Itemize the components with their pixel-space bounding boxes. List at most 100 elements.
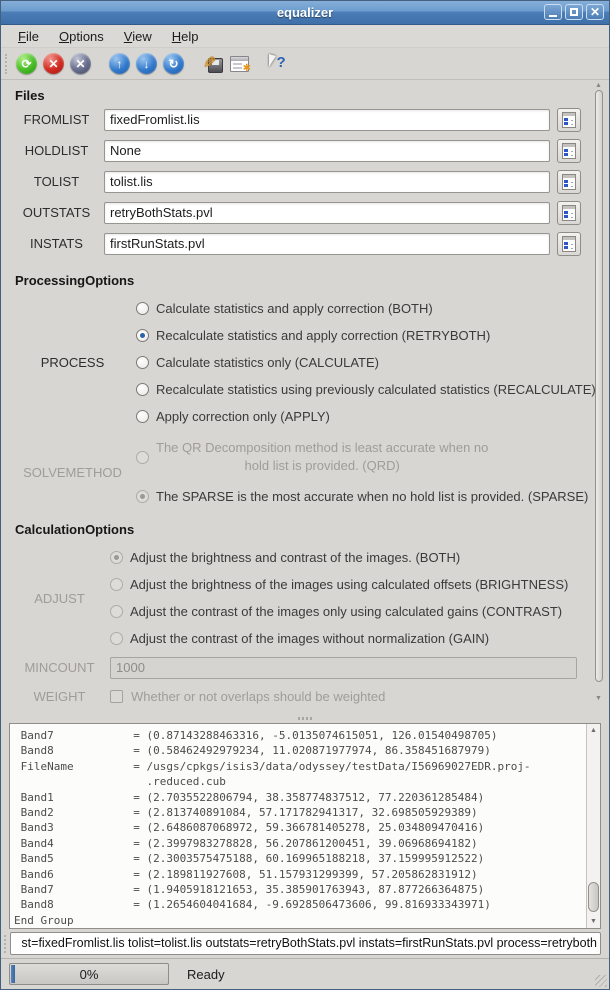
progress-bar: 0% (9, 963, 169, 985)
process-option-recalculate[interactable]: Recalculate statistics using previously … (136, 376, 609, 403)
mincount-label: MINCOUNT (9, 660, 110, 675)
holdlist-input[interactable] (104, 140, 550, 162)
solvemethod-option-sparse: The SPARSE is the most accurate when no … (136, 484, 609, 508)
process-option-apply[interactable]: Apply correction only (APPLY) (136, 403, 609, 430)
holdlist-browse-button[interactable] (557, 139, 581, 163)
close-button[interactable]: ✕ (586, 4, 604, 20)
scrollbar-thumb[interactable] (595, 90, 603, 682)
menu-options[interactable]: Options (50, 27, 113, 46)
tolist-browse-button[interactable] (557, 170, 581, 194)
save-log-button[interactable]: ✎ (199, 51, 226, 77)
file-dialog-icon (562, 174, 576, 190)
progress-percent: 0% (80, 967, 99, 982)
stop-button[interactable]: ✕ (40, 51, 67, 77)
title-bar[interactable]: equalizer ✕ (1, 1, 609, 25)
radio-disabled-icon (110, 578, 123, 591)
save-edit-icon: ✎ (203, 54, 223, 74)
solvemethod-option-qrd: The QR Decomposition method is least acc… (136, 436, 609, 478)
radio-disabled-checked-icon (110, 551, 123, 564)
command-line-row: st=fixedFromlist.lis tolist=tolist.lis o… (1, 929, 609, 958)
window-title: equalizer (277, 5, 333, 20)
parameters-scrollbar: ▲ ▼ (593, 82, 605, 714)
splitter-handle[interactable] (1, 714, 609, 723)
toolbar-handle[interactable] (5, 54, 9, 74)
process-option-retryboth[interactable]: Recalculate statistics and apply correct… (136, 322, 609, 349)
arrow-down-icon: ↓ (136, 53, 157, 74)
tolist-label: TOLIST (9, 174, 104, 189)
scroll-up-button[interactable]: ↑ (106, 51, 133, 77)
log-output-area[interactable]: Band7 = (0.87143288463316, -5.0135074615… (9, 723, 601, 929)
process-option-calculate[interactable]: Calculate statistics only (CALCULATE) (136, 349, 609, 376)
processing-section-heading: ProcessingOptions (15, 273, 609, 289)
form-settings-button[interactable]: ✱ (226, 51, 253, 77)
close-app-button[interactable]: ✕ (67, 51, 94, 77)
status-message: Ready (187, 967, 225, 982)
menu-help[interactable]: Help (163, 27, 208, 46)
fromlist-row: FROMLIST (1, 104, 609, 135)
scrollbar-up-arrow-icon[interactable]: ▲ (595, 82, 602, 89)
adjust-label: ADJUST (9, 591, 110, 606)
minimize-button[interactable] (544, 4, 562, 20)
instats-row: INSTATS (1, 228, 609, 259)
stop-icon: ✕ (43, 53, 64, 74)
run-icon: ⟳ (16, 53, 37, 74)
instats-browse-button[interactable] (557, 232, 581, 256)
process-option-both[interactable]: Calculate statistics and apply correctio… (136, 295, 609, 322)
fromlist-browse-button[interactable] (557, 108, 581, 132)
splitter-grip-icon (298, 717, 312, 720)
outstats-label: OUTSTATS (9, 205, 104, 220)
instats-input[interactable] (104, 233, 550, 255)
fromlist-input[interactable] (104, 109, 550, 131)
menu-view[interactable]: View (115, 27, 161, 46)
maximize-icon (570, 8, 578, 16)
file-dialog-icon (562, 236, 576, 252)
adjust-option-both: Adjust the brightness and contrast of th… (110, 544, 609, 571)
holdlist-label: HOLDLIST (9, 143, 104, 158)
weight-label: WEIGHT (9, 689, 110, 704)
close-x-icon: ✕ (70, 53, 91, 74)
run-button[interactable]: ⟳ (13, 51, 40, 77)
adjust-option-gain: Adjust the contrast of the images withou… (110, 625, 609, 652)
process-radio-group: PROCESS Calculate statistics and apply c… (1, 295, 609, 430)
whats-this-button[interactable]: ? (265, 51, 292, 77)
help-cursor-icon: ? (268, 54, 290, 74)
redo-icon: ↻ (163, 53, 184, 74)
log-scroll-up-icon[interactable]: ▲ (590, 727, 597, 734)
scrollbar-down-arrow-icon[interactable]: ▼ (595, 695, 602, 702)
outstats-input[interactable] (104, 202, 550, 224)
log-scrollbar-thumb[interactable] (588, 882, 599, 912)
radio-unchecked-icon (136, 356, 149, 369)
log-scrollbar: ▲ ▼ (586, 724, 600, 928)
status-bar: 0% Ready (1, 958, 609, 989)
minimize-icon (549, 15, 557, 17)
radio-unchecked-icon (136, 302, 149, 315)
solvemethod-radio-group: SOLVEMETHOD The QR Decomposition method … (1, 436, 609, 508)
file-dialog-icon (562, 112, 576, 128)
toolbar: ⟳ ✕ ✕ ↑ ↓ ↻ ✎ ✱ ? (1, 48, 609, 80)
menu-file[interactable]: File (9, 27, 48, 46)
adjust-option-contrast: Adjust the contrast of the images only u… (110, 598, 609, 625)
scroll-down-button[interactable]: ↓ (133, 51, 160, 77)
weight-text: Whether or not overlaps should be weight… (131, 689, 385, 704)
outstats-row: OUTSTATS (1, 197, 609, 228)
maximize-button[interactable] (565, 4, 583, 20)
outstats-browse-button[interactable] (557, 201, 581, 225)
resize-grip-icon[interactable] (595, 975, 607, 987)
process-label: PROCESS (9, 355, 136, 370)
command-line-input[interactable]: st=fixedFromlist.lis tolist=tolist.lis o… (10, 932, 601, 955)
radio-unchecked-icon (136, 383, 149, 396)
radio-unchecked-icon (136, 410, 149, 423)
close-icon: ✕ (590, 6, 600, 18)
reset-button[interactable]: ↻ (160, 51, 187, 77)
radio-disabled-checked-icon (136, 490, 149, 503)
radio-disabled-icon (110, 605, 123, 618)
file-dialog-icon (562, 205, 576, 221)
command-line-handle[interactable] (4, 935, 8, 953)
weight-row: WEIGHT Whether or not overlaps should be… (1, 683, 609, 709)
log-scroll-down-icon[interactable]: ▼ (590, 918, 597, 925)
holdlist-row: HOLDLIST (1, 135, 609, 166)
solvemethod-label: SOLVEMETHOD (9, 465, 136, 480)
tolist-input[interactable] (104, 171, 550, 193)
progress-fill (11, 965, 15, 983)
weight-checkbox (110, 690, 123, 703)
